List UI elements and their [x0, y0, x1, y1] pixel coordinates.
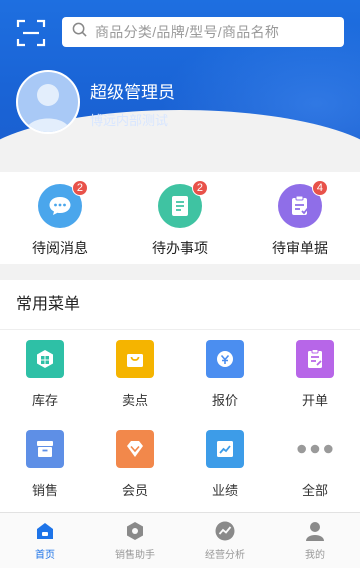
menu-item-member[interactable]: 会员	[90, 420, 180, 510]
pending-item-todos[interactable]: 2 待办事项	[120, 172, 240, 264]
menu-label: 报价	[211, 393, 238, 408]
tab-profile[interactable]: 我的	[270, 513, 360, 568]
tab-label: 我的	[305, 550, 325, 561]
search-icon	[72, 22, 87, 42]
bottom-tab-bar: 首页 销售助手 经营分析 我的	[0, 512, 360, 568]
todo-badge: 2	[191, 180, 208, 196]
inventory-icon	[26, 340, 64, 378]
menu-item-inventory[interactable]: 库存	[0, 330, 90, 420]
tab-business-analysis[interactable]: 经营分析	[180, 513, 270, 568]
tab-label: 销售助手	[115, 550, 155, 561]
analysis-icon	[214, 520, 236, 542]
scan-icon[interactable]	[16, 18, 46, 48]
menu-label: 库存	[31, 393, 58, 408]
menu-label: 全部	[301, 483, 328, 498]
pending-label: 待办事项	[152, 240, 208, 256]
quote-icon	[206, 340, 244, 378]
sales-assistant-icon	[124, 520, 146, 542]
menu-label: 业绩	[211, 483, 238, 498]
tab-home[interactable]: 首页	[0, 513, 90, 568]
menu-item-create-order[interactable]: 开单	[270, 330, 360, 420]
pending-section: 2 待阅消息 2 待办事项 4 待审单据	[0, 172, 360, 264]
tab-label: 经营分析	[205, 550, 245, 561]
search-input[interactable]: 商品分类/品牌/型号/商品名称	[62, 17, 344, 47]
menu-label: 销售	[31, 483, 58, 498]
profile-header: 商品分类/品牌/型号/商品名称 超级管理员 博远内部测试	[0, 0, 360, 160]
menu-label: 会员	[121, 483, 148, 498]
more-icon	[296, 430, 334, 468]
create-order-icon	[296, 340, 334, 378]
sales-icon	[26, 430, 64, 468]
pending-item-messages[interactable]: 2 待阅消息	[0, 172, 120, 264]
tab-sales-assistant[interactable]: 销售助手	[90, 513, 180, 568]
member-icon	[116, 430, 154, 468]
search-placeholder: 商品分类/品牌/型号/商品名称	[95, 24, 280, 40]
performance-icon	[206, 430, 244, 468]
home-icon	[34, 520, 56, 542]
menu-label: 开单	[301, 393, 328, 408]
pending-label: 待审单据	[272, 240, 328, 256]
pending-item-reviews[interactable]: 4 待审单据	[240, 172, 360, 264]
avatar[interactable]	[16, 70, 80, 134]
menu-item-performance[interactable]: 业绩	[180, 420, 270, 510]
message-icon: 2	[38, 180, 88, 228]
menu-item-selling-points[interactable]: 卖点	[90, 330, 180, 420]
review-badge: 4	[311, 180, 328, 196]
todo-icon: 2	[158, 180, 208, 228]
user-name: 超级管理员	[90, 83, 175, 102]
menu-label: 卖点	[121, 393, 148, 408]
menu-item-sales[interactable]: 销售	[0, 420, 90, 510]
unread-badge: 2	[71, 180, 88, 196]
menu-item-all[interactable]: 全部	[270, 420, 360, 510]
pending-label: 待阅消息	[32, 240, 88, 256]
profile-icon	[304, 520, 326, 542]
common-menu: 常用菜单 库存 卖点 报价 开单 销售 会员 业绩 全部	[0, 280, 360, 512]
tab-label: 首页	[35, 550, 55, 561]
shopping-bag-icon	[116, 340, 154, 378]
menu-item-quote[interactable]: 报价	[180, 330, 270, 420]
user-organization: 博远内部测试	[90, 113, 169, 128]
section-title: 常用菜单	[0, 280, 360, 330]
document-review-icon: 4	[278, 180, 328, 228]
